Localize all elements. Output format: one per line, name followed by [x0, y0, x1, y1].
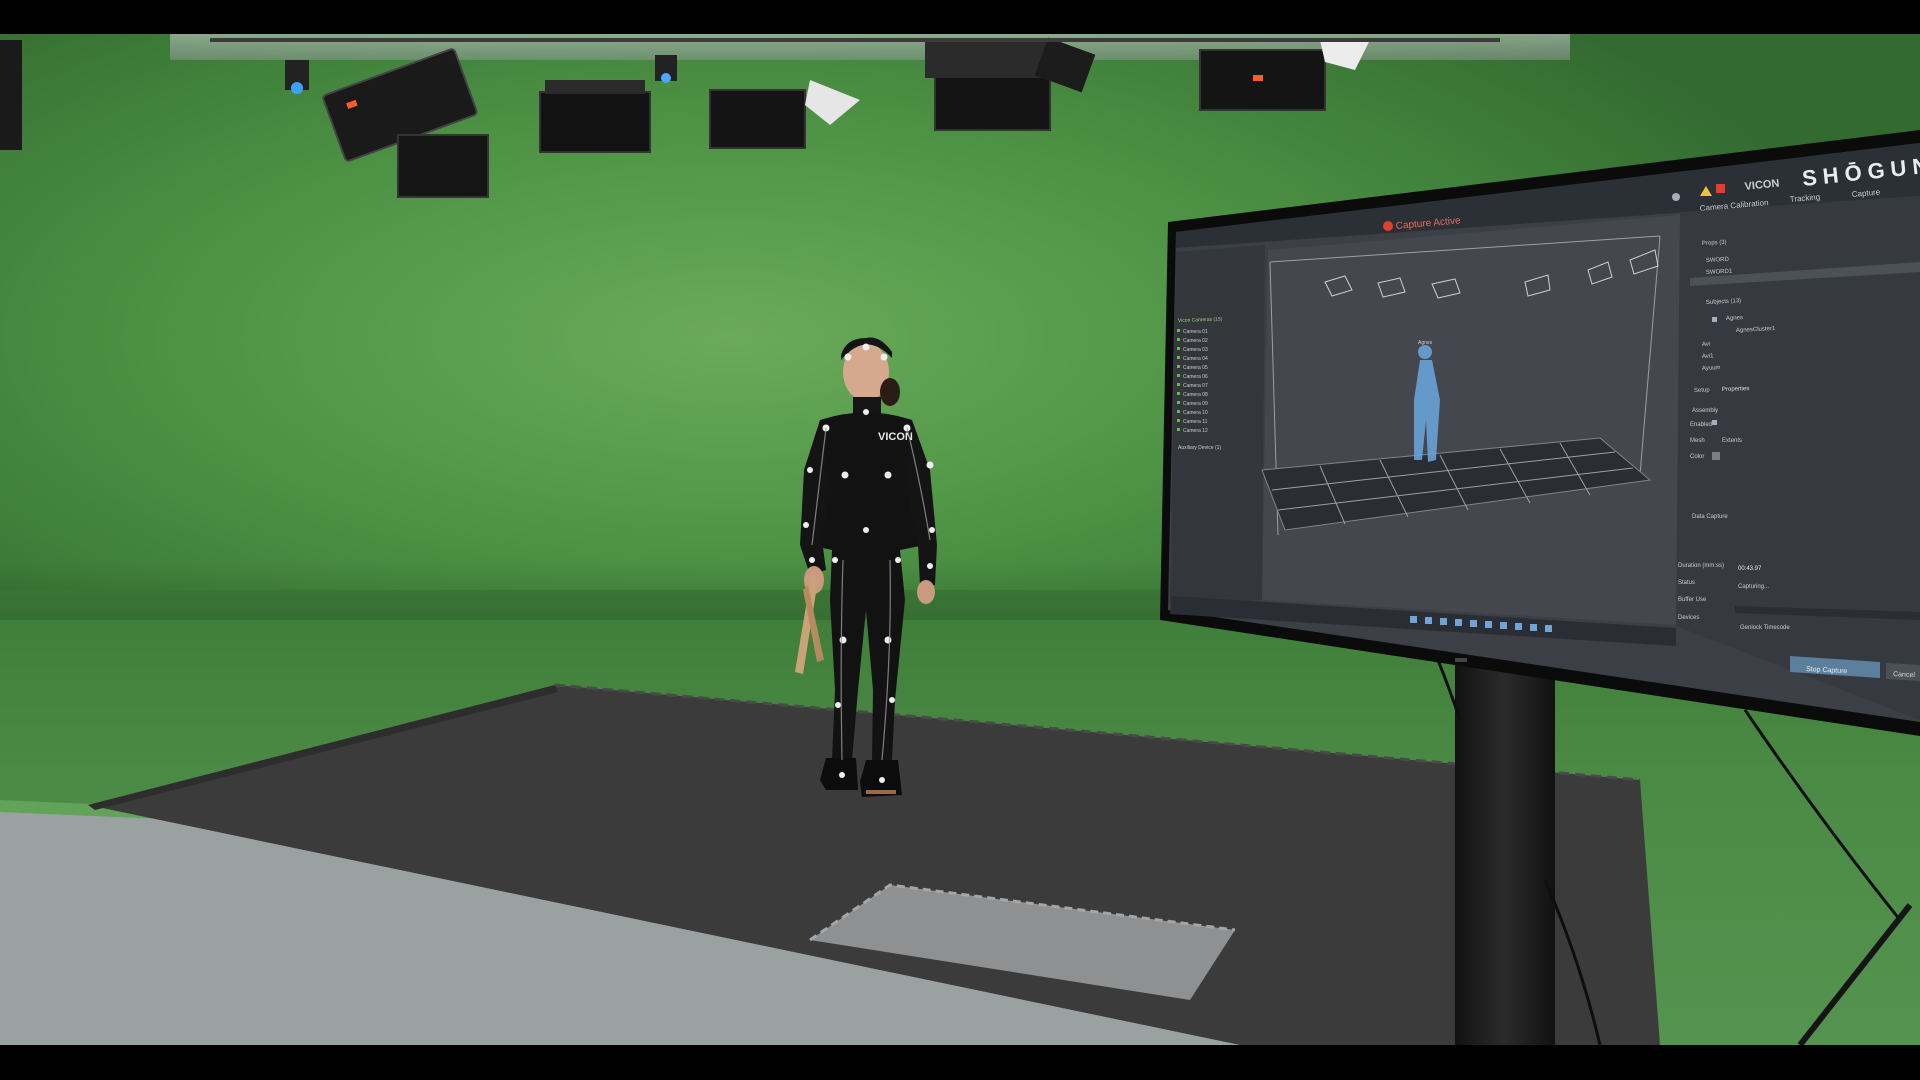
letterbox-bottom [0, 1045, 1920, 1080]
camera-row[interactable]: Camera 11 [1183, 419, 1208, 425]
field-label: Mesh [1690, 438, 1705, 444]
capture-status-value: Capturing... [1738, 584, 1769, 590]
devices-value: Genlock Timecode [1740, 625, 1790, 631]
monitor-brand-badge [1455, 658, 1467, 662]
subject-item[interactable]: Agnes [1726, 315, 1743, 322]
tab-setup[interactable]: Setup [1694, 387, 1711, 394]
prop-item[interactable]: SWORD [1706, 257, 1730, 264]
camera-row[interactable]: Camera 05 [1183, 365, 1208, 371]
capture-duration: 00:43.97 [1738, 566, 1762, 572]
letterbox-top [0, 0, 1920, 34]
subject-item[interactable]: Avi1 [1702, 353, 1715, 360]
subject-tag: Agnes [1418, 340, 1433, 346]
camera-row[interactable]: Camera 09 [1183, 401, 1208, 407]
monitor: VICON SHŌGUN Camera Calibration Tracking… [1160, 130, 1920, 736]
subject-item[interactable]: Avi [1702, 342, 1711, 348]
section-label: Assembly [1692, 408, 1718, 414]
capture-field-label: Status [1678, 580, 1695, 586]
camera-row[interactable]: Camera 08 [1183, 392, 1208, 398]
camera-row[interactable]: Camera 06 [1183, 374, 1208, 380]
camera-row[interactable]: Camera 03 [1183, 347, 1208, 353]
aux-device-row[interactable]: Auxiliary Device (1) [1178, 445, 1221, 451]
camera-row[interactable]: Camera 01 [1183, 329, 1208, 335]
camera-row[interactable]: Camera 12 [1183, 428, 1208, 434]
camera-row[interactable]: Camera 02 [1183, 338, 1208, 344]
alert-icon [1716, 184, 1725, 193]
field-label: Enabled [1690, 422, 1712, 428]
camera-row[interactable]: Camera 04 [1183, 356, 1208, 362]
mesh-value[interactable]: Extents [1722, 438, 1742, 444]
record-indicator-icon [1383, 221, 1393, 231]
enabled-checkbox-icon[interactable] [1712, 420, 1717, 425]
camera-row[interactable]: Camera 10 [1183, 410, 1208, 416]
tab-properties[interactable]: Properties [1722, 386, 1750, 393]
left-panel [1170, 245, 1265, 605]
color-swatch[interactable] [1712, 452, 1720, 460]
capture-field-label: Buffer Use [1678, 597, 1707, 603]
cancel-label: Cancel [1893, 671, 1916, 679]
capture-field-label: Duration (mm:ss) [1678, 563, 1724, 569]
capture-field-label: Devices [1678, 615, 1699, 621]
search-icon[interactable] [1672, 193, 1680, 201]
viewport-3d[interactable] [1262, 215, 1680, 625]
subject-checkbox-icon[interactable] [1712, 317, 1717, 322]
subject-item[interactable]: Ayuum [1702, 365, 1721, 372]
field-label: Color [1690, 454, 1704, 460]
camera-row[interactable]: Camera 07 [1183, 383, 1208, 389]
photo-scene: VICON VICON SHŌGUN Camera Calibration Tr… [0, 0, 1920, 1080]
capture-header: Data Capture [1692, 514, 1728, 520]
